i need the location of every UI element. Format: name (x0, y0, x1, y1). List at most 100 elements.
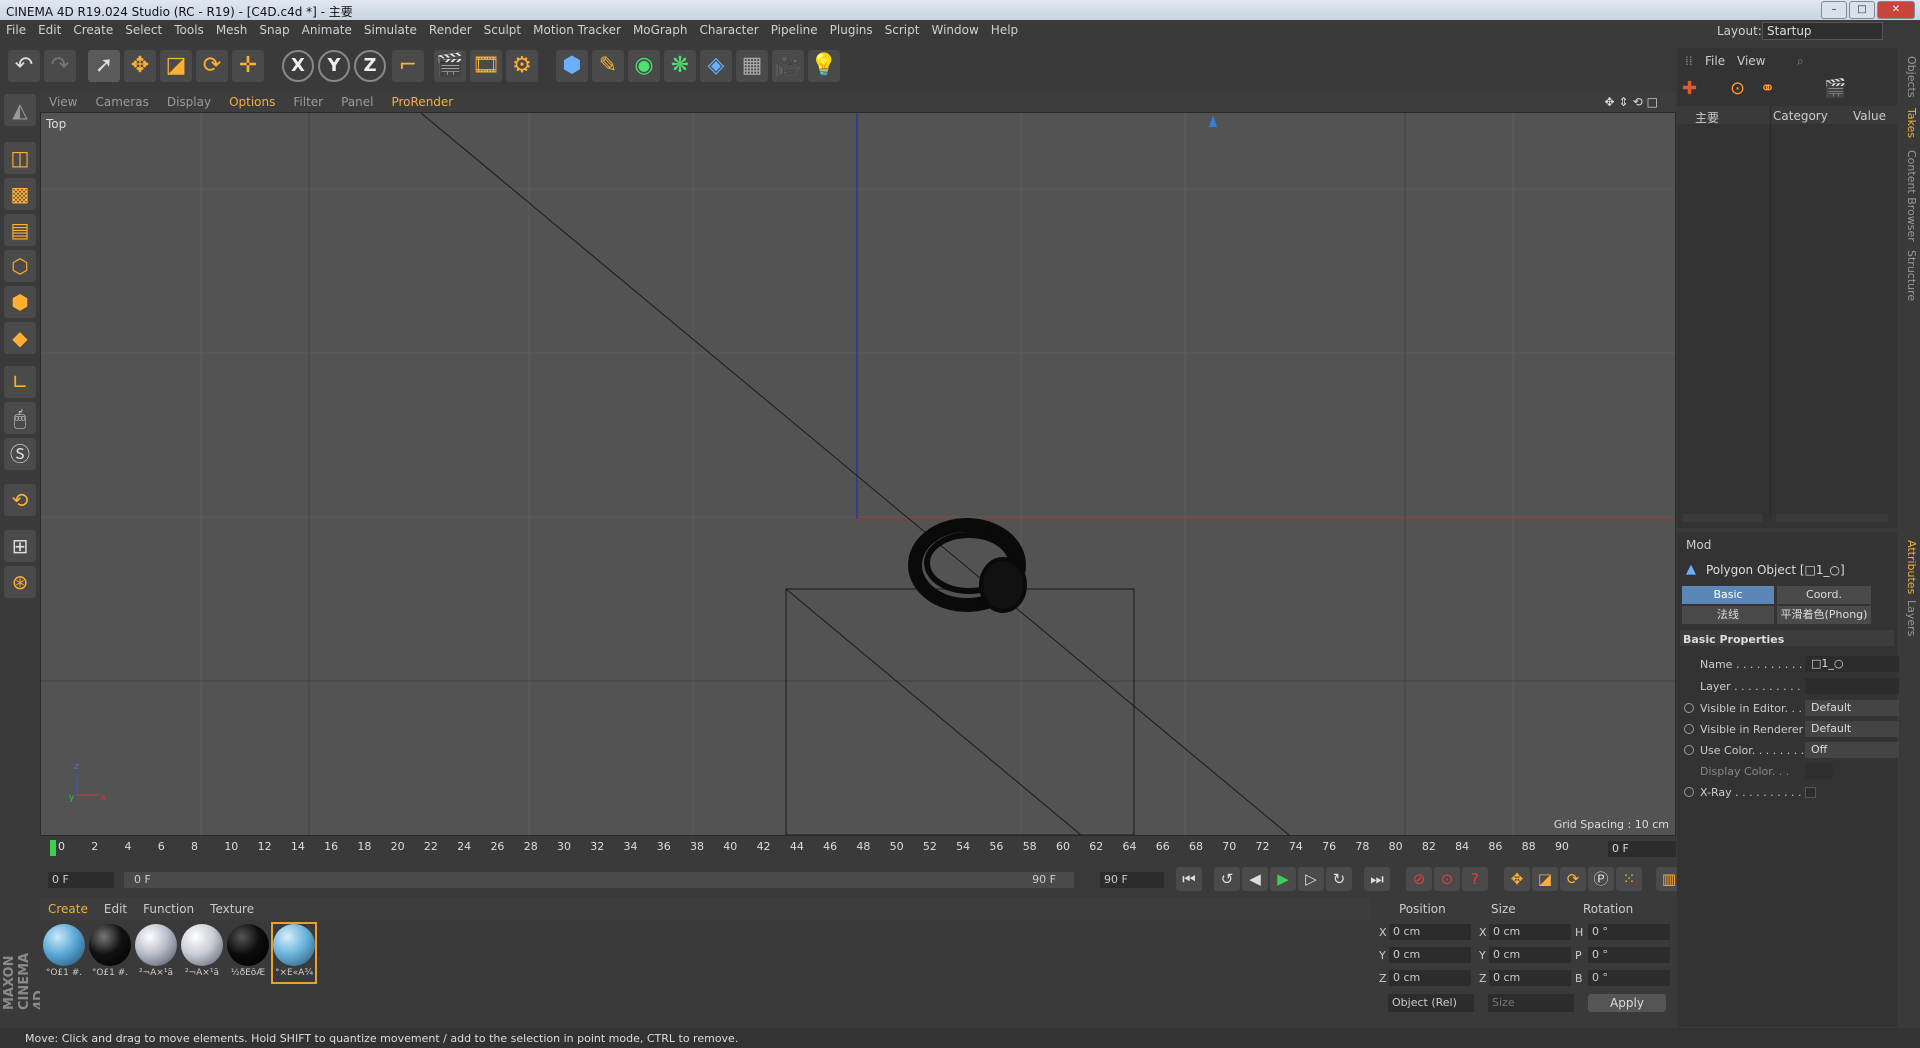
cube-primitive-icon[interactable]: ⬢ (556, 50, 588, 82)
viewport-top[interactable]: z y x Top Grid Spacing : 10 cm (40, 112, 1676, 836)
go-to-end-icon[interactable]: ⏭ (1364, 867, 1390, 891)
edges-mode-icon[interactable]: ⬢ (4, 286, 36, 318)
move-tool-icon[interactable]: ✥ (124, 50, 156, 82)
rotation-p-field[interactable]: 0 ° (1588, 947, 1670, 963)
apply-button[interactable]: Apply (1588, 994, 1666, 1012)
tab-normal[interactable]: 法线 (1682, 606, 1774, 624)
side-tab-takes[interactable]: Takes (1900, 108, 1918, 138)
menu-help[interactable]: Help (985, 20, 1024, 37)
menu-animate[interactable]: Animate (296, 20, 358, 37)
viewport-menu-prorender[interactable]: ProRender (382, 92, 462, 109)
tab-coord[interactable]: Coord. (1777, 586, 1871, 604)
coordinate-mode-dropdown[interactable]: Object (Rel) (1388, 994, 1474, 1012)
rotation-b-field[interactable]: 0 ° (1588, 970, 1670, 986)
material-item[interactable]: ²¬Ã×¹ã (135, 924, 177, 982)
current-frame-field[interactable]: 0 F (1608, 841, 1676, 857)
object-hscroll-right[interactable] (1776, 514, 1888, 522)
menu-plugins[interactable]: Plugins (824, 20, 879, 37)
side-tab-attributes[interactable]: Attributes (1900, 540, 1918, 594)
workplane-icon[interactable]: ▤ (4, 214, 36, 246)
pen-spline-icon[interactable]: ✎ (592, 50, 624, 82)
coordinate-system-icon[interactable]: ⌐ (392, 50, 424, 82)
position-y-field[interactable]: 0 cm (1389, 947, 1471, 963)
attr-visible-editor-dropdown[interactable]: Default (1805, 700, 1899, 716)
tab-basic[interactable]: Basic (1682, 586, 1774, 604)
menu-tools[interactable]: Tools (168, 20, 210, 37)
menu-select[interactable]: Select (119, 20, 168, 37)
size-x-field[interactable]: 0 cm (1489, 924, 1571, 940)
scale-tool-icon[interactable]: ◪ (160, 50, 192, 82)
snap-icon[interactable]: ⟲ (4, 484, 36, 516)
key-pla-icon[interactable]: ⁙ (1616, 867, 1642, 891)
tab-phong[interactable]: 平滑着色(Phong) (1777, 606, 1871, 624)
light-icon[interactable]: 💡 (808, 50, 840, 82)
viewport-menu-display[interactable]: Display (158, 92, 220, 109)
animate-radio-icon[interactable] (1684, 787, 1694, 797)
menu-mograph[interactable]: MoGraph (627, 20, 694, 37)
menu-render[interactable]: Render (423, 20, 478, 37)
prev-key-icon[interactable]: ↺ (1214, 867, 1240, 891)
y-axis-lock-icon[interactable]: Y (318, 50, 350, 82)
menu-mesh[interactable]: Mesh (210, 20, 254, 37)
solo-mode-icon[interactable]: Ⓢ (4, 438, 36, 470)
model-mode-icon[interactable]: ◫ (4, 142, 36, 174)
tag-icon[interactable]: ⊙ (1730, 78, 1745, 99)
material-tag-icon[interactable]: ⚭ (1760, 78, 1775, 99)
z-axis-lock-icon[interactable]: Z (354, 50, 386, 82)
next-frame-icon[interactable]: ▷ (1298, 867, 1324, 891)
side-tab-structure[interactable]: Structure (1900, 250, 1918, 301)
material-menu-texture[interactable]: Texture (202, 898, 262, 916)
go-to-start-icon[interactable]: ⏮ (1176, 867, 1202, 891)
layout-dropdown[interactable]: Startup (1762, 22, 1883, 40)
key-scale-icon[interactable]: ◪ (1532, 867, 1558, 891)
size-mode-dropdown[interactable]: Size (1488, 994, 1574, 1012)
play-icon[interactable]: ▶ (1270, 867, 1296, 891)
viewport-menu-filter[interactable]: Filter (284, 92, 332, 109)
prev-frame-icon[interactable]: ◀ (1242, 867, 1268, 891)
recent-tool-icon[interactable]: ✛ (232, 50, 264, 82)
viewport-nav-icons[interactable]: ✥⇕⟲□ (1595, 92, 1671, 109)
cloner-icon[interactable]: ❋ (664, 50, 696, 82)
object-col-value[interactable]: Value (1853, 109, 1886, 123)
menu-simulate[interactable]: Simulate (358, 20, 423, 37)
material-menu-edit[interactable]: Edit (96, 898, 135, 916)
material-item-selected[interactable]: °×É«Ã¾ (271, 922, 317, 984)
render-tag-icon[interactable]: 🎬 (1824, 78, 1846, 99)
material-menu-create[interactable]: Create (40, 898, 96, 916)
material-menu-function[interactable]: Function (135, 898, 202, 916)
attributes-mode-menu[interactable]: Mod (1686, 538, 1711, 552)
material-item[interactable]: °Ó£1 #. (89, 924, 131, 982)
render-view-icon[interactable]: 🎬 (434, 50, 466, 82)
attr-visible-renderer-dropdown[interactable]: Default (1805, 721, 1899, 737)
attr-display-color-swatch[interactable] (1805, 763, 1833, 779)
menu-script[interactable]: Script (879, 20, 926, 37)
menu-character[interactable]: Character (693, 20, 764, 37)
material-item[interactable]: ½ðÊôÆ (227, 924, 269, 982)
search-icon[interactable]: ⌕ (1797, 54, 1804, 69)
animate-radio-icon[interactable] (1684, 745, 1694, 755)
attr-use-color-dropdown[interactable]: Off (1805, 742, 1899, 758)
object-menu-file[interactable]: File (1705, 54, 1725, 68)
menu-snap[interactable]: Snap (253, 20, 295, 37)
viewport-menu-view[interactable]: View (40, 92, 86, 109)
side-tab-content-browser[interactable]: Content Browser (1900, 150, 1918, 242)
attr-xray-checkbox[interactable] (1805, 787, 1816, 798)
menu-motion-tracker[interactable]: Motion Tracker (527, 20, 627, 37)
axis-mode-icon[interactable]: ∟ (4, 366, 36, 398)
menu-create[interactable]: Create (67, 20, 119, 37)
live-selection-icon[interactable]: ➚ (88, 50, 120, 82)
next-key-icon[interactable]: ↻ (1326, 867, 1352, 891)
material-item[interactable]: ²¬Ã×¹ã (181, 924, 223, 982)
object-hscroll-left[interactable] (1682, 514, 1762, 522)
close-button[interactable]: ✕ (1877, 1, 1915, 19)
key-position-icon[interactable]: ✥ (1504, 867, 1530, 891)
side-tab-layers[interactable]: Layers (1900, 600, 1918, 636)
keyframe-selection-icon[interactable]: ? (1462, 867, 1488, 891)
rotate-tool-icon[interactable]: ⟳ (196, 50, 228, 82)
subdivision-surface-icon[interactable]: ◉ (628, 50, 660, 82)
position-z-field[interactable]: 0 cm (1389, 970, 1471, 986)
object-menu-view[interactable]: View (1737, 54, 1765, 68)
render-picture-viewer-icon[interactable]: 🎞 (470, 50, 502, 82)
object-col-category[interactable]: Category (1773, 109, 1828, 123)
deformer-icon[interactable]: ◈ (700, 50, 732, 82)
